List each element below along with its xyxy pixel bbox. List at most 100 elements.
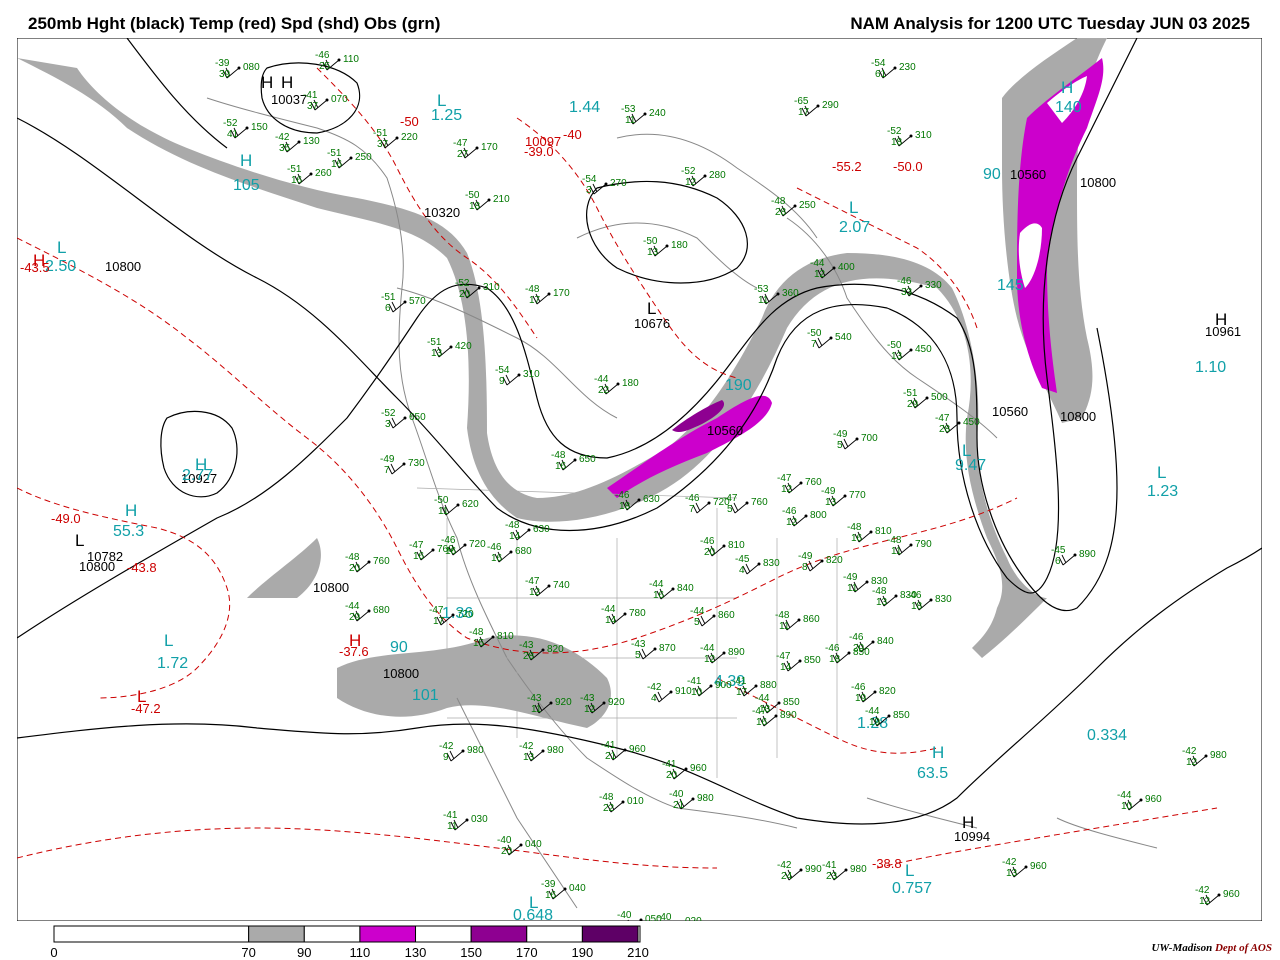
obs-temp: -47 (723, 493, 738, 504)
obs-height: 360 (782, 288, 799, 299)
obs-dewpoint: 3 (586, 185, 592, 196)
obs-temp: -65 (794, 96, 809, 107)
obs-height: 960 (1030, 861, 1047, 872)
obs-temp: -52 (381, 408, 396, 419)
station-dot (637, 498, 641, 502)
obs-temp: -44 (601, 604, 616, 615)
obs-dewpoint: 12 (786, 517, 798, 528)
obs-height: 860 (803, 614, 820, 625)
station-dot (367, 609, 371, 613)
obs-temp: -49 (821, 486, 836, 497)
obs-height: 920 (555, 697, 572, 708)
obs-dewpoint: 11 (625, 115, 636, 126)
obs-temp: -40 (617, 910, 632, 921)
obs-height: 070 (331, 94, 348, 105)
obs-temp: -50 (465, 190, 480, 201)
obs-temp: -46 (615, 490, 630, 501)
obs-dewpoint: 14 (509, 531, 521, 542)
obs-temp: -42 (1182, 746, 1197, 757)
station-dot (894, 594, 898, 598)
obs-temp: -48 (525, 284, 540, 295)
obs-dewpoint: 16 (653, 590, 665, 601)
obs-temp: -47 (525, 576, 540, 587)
obs-temp: -52 (887, 126, 902, 137)
speed-label: 0.757 (892, 880, 932, 897)
station-dot (621, 800, 625, 804)
obs-dewpoint: 7 (689, 504, 695, 515)
station-dot (465, 818, 469, 822)
obs-dewpoint: 61 (875, 69, 887, 80)
obs-dewpoint: 5 (837, 440, 843, 451)
station-dot (1217, 893, 1221, 897)
temp-label: -43.5 (20, 260, 50, 275)
obs-dewpoint: 19 (869, 717, 881, 728)
obs-dewpoint: 28 (775, 207, 787, 218)
obs-temp: -45 (1051, 545, 1066, 556)
obs-temp: -39 (541, 879, 556, 890)
height-label: 10800 (79, 559, 115, 574)
obs-temp: -51 (903, 388, 918, 399)
height-label: 10800 (1060, 409, 1096, 424)
station-dot (653, 647, 657, 651)
obs-height: 810 (497, 631, 514, 642)
obs-temp: -51 (381, 292, 396, 303)
obs-height: 330 (925, 280, 942, 291)
station-dot (722, 544, 726, 548)
obs-height: 170 (481, 142, 498, 153)
height-label: 10560 (1010, 167, 1046, 182)
temp-label: -50.0 (893, 159, 923, 174)
height-label: 10676 (634, 316, 670, 331)
obs-temp: -42 (647, 682, 662, 693)
station-dot (776, 292, 780, 296)
speed-label: 2.50 (45, 258, 76, 275)
obs-dewpoint: 4 (651, 693, 657, 704)
obs-height: 260 (315, 168, 332, 179)
obs-height: 280 (709, 170, 726, 181)
obs-height: 180 (622, 378, 639, 389)
station-dot (745, 501, 749, 505)
obs-height: 770 (849, 490, 866, 501)
obs-temp: -48 (469, 627, 484, 638)
station-dot (855, 437, 859, 441)
station-dot (847, 651, 851, 655)
station-dot (793, 204, 797, 208)
station-dot (865, 580, 869, 584)
obs-height: 030 (471, 814, 488, 825)
obs-height: 840 (677, 583, 694, 594)
obs-dewpoint: 37 (377, 139, 389, 150)
obs-dewpoint: 12 (529, 587, 541, 598)
height-label: 10800 (1080, 175, 1116, 190)
obs-dewpoint: 20 (501, 846, 513, 857)
station-dot (757, 562, 761, 566)
obs-temp: -53 (754, 284, 769, 295)
legend-tick-label: 150 (460, 945, 482, 960)
obs-temp: -41 (687, 676, 702, 687)
height-label: 10560 (707, 423, 743, 438)
legend-bin (415, 925, 472, 943)
obs-dewpoint: 9 (443, 752, 449, 763)
station-dot (816, 104, 820, 108)
obs-temp: -44 (865, 706, 880, 717)
obs-dewpoint: 37 (307, 101, 319, 112)
station-dot (712, 614, 716, 618)
speed-label: 2.07 (839, 219, 870, 236)
obs-dewpoint: 11 (758, 295, 769, 306)
obs-temp: -49 (798, 551, 813, 562)
extremum-label: H (261, 73, 273, 92)
speed-label: 1.44 (569, 99, 600, 116)
obs-temp: -47 (935, 413, 950, 424)
speed-label: 1.23 (1147, 483, 1178, 500)
obs-temp: -49 (843, 572, 858, 583)
station-dot (1024, 865, 1028, 869)
obs-height: 250 (799, 200, 816, 211)
station-dot (517, 373, 521, 377)
obs-temp: -43 (519, 640, 534, 651)
station-dot (616, 382, 620, 386)
obs-height: 760 (805, 477, 822, 488)
station-dot (325, 98, 329, 102)
station-dot (309, 172, 313, 176)
obs-dewpoint: 13 (431, 348, 443, 359)
obs-temp: -41 (662, 759, 677, 770)
obs-dewpoint: 12 (781, 484, 793, 495)
obs-height: 620 (462, 499, 479, 510)
